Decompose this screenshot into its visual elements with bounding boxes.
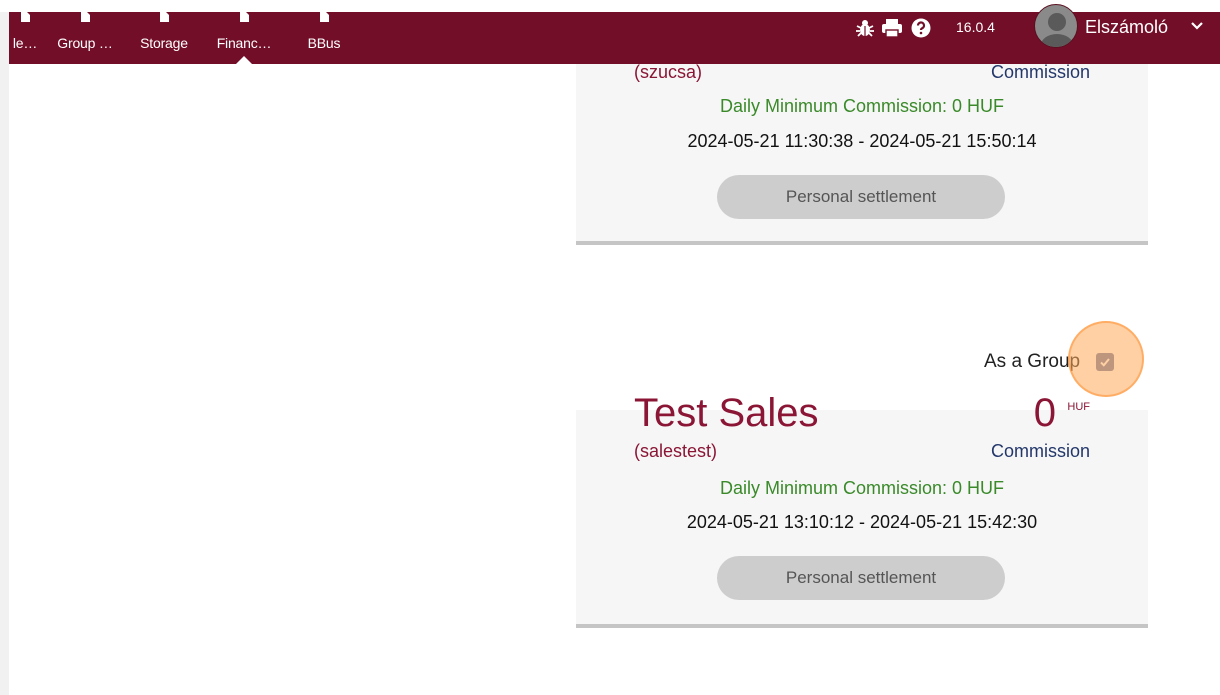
as-group-label: As a Group: [984, 351, 1081, 372]
left-gutter: [0, 12, 9, 695]
as-group-checkbox[interactable]: [1096, 353, 1114, 371]
bug-icon[interactable]: [855, 18, 875, 38]
personal-settlement-button[interactable]: Personal settlement: [717, 175, 1005, 219]
commission-label: Commission: [990, 62, 1090, 82]
date-range: 2024-05-21 11:30:38 - 2024-05-21 15:50:1…: [576, 131, 1148, 152]
avatar[interactable]: [1034, 4, 1078, 48]
checkmark-icon: [1100, 358, 1110, 367]
user-card: Test Sales 0 HUF (salestest) Commission …: [576, 391, 1148, 628]
document-icon: [81, 12, 90, 22]
personal-settlement-button[interactable]: Personal settlement: [717, 556, 1005, 600]
user-card: (szucsa) Commission Daily Minimum Commis…: [576, 62, 1148, 245]
document-icon: [160, 12, 169, 22]
card-username: (szucsa): [634, 62, 703, 82]
nav-item-label: Storage: [140, 35, 188, 51]
currency-label: HUF: [1067, 401, 1090, 413]
document-icon: [21, 12, 30, 22]
app-version: 16.0.4: [956, 19, 995, 35]
commission-amount: 0: [1033, 391, 1056, 435]
nav-item-group[interactable]: Group …: [47, 12, 123, 64]
daily-minimum-commission: Daily Minimum Commission: 0 HUF: [719, 478, 1005, 498]
user-name[interactable]: Elszámoló: [1085, 17, 1168, 38]
nav-item-storage[interactable]: Storage: [131, 12, 197, 64]
nav-item-module[interactable]: le…: [9, 12, 41, 64]
commission-label: Commission: [990, 441, 1090, 461]
printer-icon[interactable]: [881, 18, 903, 38]
daily-minimum-commission: Daily Minimum Commission: 0 HUF: [719, 96, 1005, 116]
document-icon: [240, 12, 249, 22]
browser-top-strip: [0, 0, 1220, 12]
end-time: 2024-05-21 15:42:30: [870, 512, 1038, 532]
nav-item-label: Group …: [57, 35, 113, 51]
nav-item-bbus[interactable]: BBus: [301, 12, 347, 64]
nav-item-finance[interactable]: Financ…: [207, 12, 281, 64]
start-time: 2024-05-21 13:10:12: [686, 512, 854, 532]
active-tab-indicator: [236, 56, 252, 64]
card-name: Test Sales: [634, 391, 819, 435]
help-icon[interactable]: [911, 18, 931, 38]
chevron-down-icon[interactable]: [1190, 21, 1204, 31]
nav-item-label: le…: [12, 35, 38, 51]
document-icon: [320, 12, 329, 22]
user-silhouette-icon: [1041, 13, 1073, 47]
end-time: 2024-05-21 15:50:14: [869, 131, 1037, 151]
start-time: 2024-05-21 11:30:38: [687, 131, 854, 151]
top-navbar: le… Group … Storage Financ… BBus 16.0.4: [9, 4, 1220, 64]
nav-item-label: BBus: [307, 35, 341, 51]
nav-item-label: Financ…: [216, 35, 272, 51]
date-separator: -: [859, 512, 865, 532]
card-username: (salestest): [634, 441, 718, 461]
date-separator: -: [858, 131, 865, 151]
date-range: 2024-05-21 13:10:12 - 2024-05-21 15:42:3…: [576, 512, 1148, 533]
